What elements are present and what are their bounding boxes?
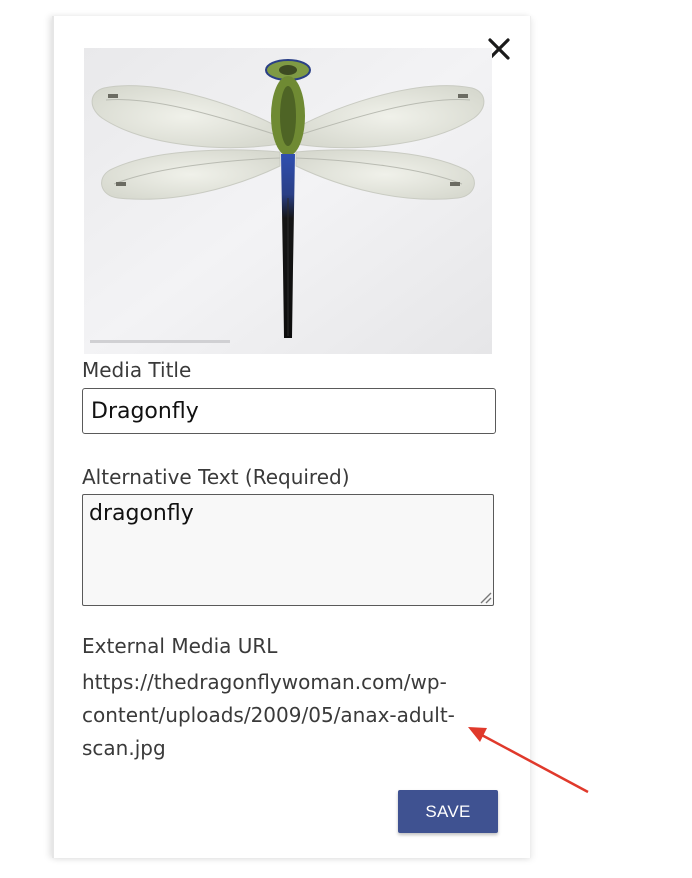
external-url-label: External Media URL bbox=[82, 634, 278, 658]
media-title-input[interactable] bbox=[82, 388, 496, 434]
external-url-value: https://thedragonflywoman.com/wp-content… bbox=[82, 670, 455, 760]
media-details-modal: Media Title Alternative Text (Required) … bbox=[52, 16, 531, 858]
alt-text-label: Alternative Text (Required) bbox=[82, 465, 350, 489]
resize-grip-icon[interactable] bbox=[478, 590, 492, 604]
alt-text-textarea[interactable]: dragonfly bbox=[82, 494, 494, 606]
save-button[interactable]: SAVE bbox=[398, 790, 498, 833]
media-title-label: Media Title bbox=[82, 358, 192, 382]
media-preview-image bbox=[84, 48, 492, 354]
screenshot-stage: Media Title Alternative Text (Required) … bbox=[0, 0, 692, 878]
